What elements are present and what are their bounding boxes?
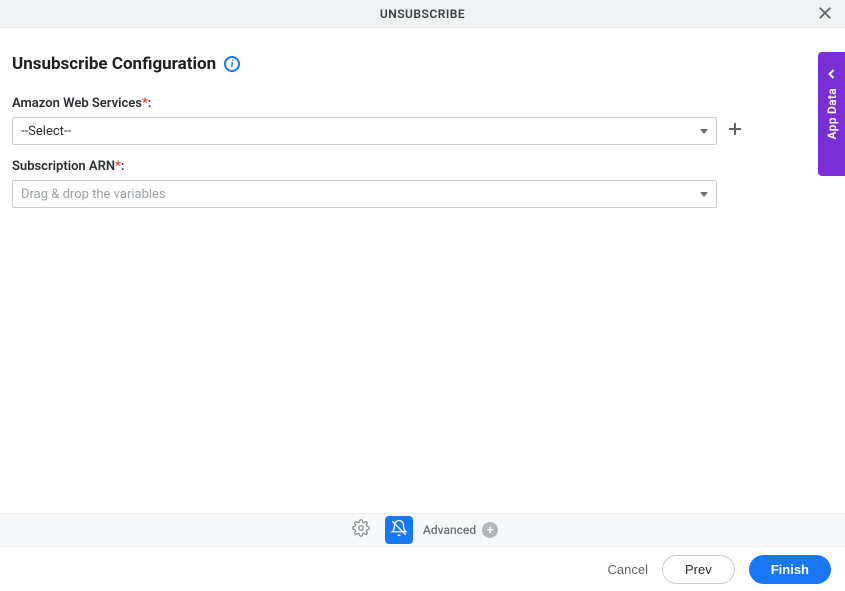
arn-placeholder: Drag & drop the variables [21,187,166,202]
notifications-off-button[interactable] [385,516,413,544]
settings-button[interactable] [347,516,375,544]
cancel-button[interactable]: Cancel [608,562,648,577]
arn-input[interactable]: Drag & drop the variables [12,180,717,208]
gear-icon [352,519,370,541]
info-icon[interactable]: i [224,56,240,72]
advanced-label: Advanced [423,523,476,537]
page-title-row: Unsubscribe Configuration i [12,54,833,74]
colon: : [148,96,152,111]
field-aws-label-row: Amazon Web Services*: [12,96,833,111]
page-title: Unsubscribe Configuration [12,54,216,74]
finish-button[interactable]: Finish [749,555,831,584]
aws-select-value: --Select-- [21,124,71,139]
dialog-footer: Cancel Prev Finish [0,547,845,591]
plus-circle-icon: + [482,522,498,538]
app-data-tab[interactable]: App Data [818,52,845,176]
toolbar: Advanced + [0,513,845,547]
dialog-content: Unsubscribe Configuration i Amazon Web S… [0,28,845,234]
chevron-down-icon [700,129,708,134]
advanced-toggle[interactable]: Advanced + [423,522,498,538]
prev-button[interactable]: Prev [662,555,735,584]
plus-icon [727,121,743,141]
field-arn: Subscription ARN*: Drag & drop the varia… [12,159,833,208]
dialog-header: UNSUBSCRIBE [0,0,845,28]
field-arn-row: Drag & drop the variables [12,180,833,208]
colon: : [121,159,125,174]
close-icon [818,4,832,25]
field-arn-label-row: Subscription ARN*: [12,159,833,174]
bell-off-icon [390,519,408,541]
dialog-title: UNSUBSCRIBE [380,7,465,21]
field-aws-row: --Select-- [12,117,833,145]
field-arn-label: Subscription ARN [12,159,115,174]
field-aws-label: Amazon Web Services [12,96,142,111]
chevron-left-icon [827,64,837,74]
field-aws: Amazon Web Services*: --Select-- [12,96,833,145]
add-aws-button[interactable] [725,121,745,141]
chevron-down-icon [700,192,708,197]
aws-select[interactable]: --Select-- [12,117,717,145]
close-button[interactable] [813,2,837,26]
app-data-tab-label: App Data [825,88,839,139]
